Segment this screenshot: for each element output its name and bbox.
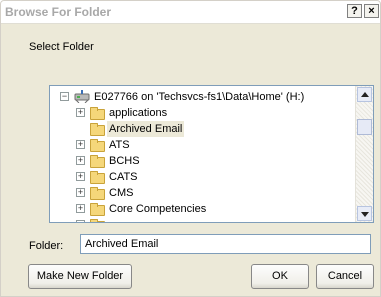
folder-icon <box>90 139 105 152</box>
tree-item-label: ATS <box>109 139 130 151</box>
expand-toggle[interactable]: + <box>76 108 85 117</box>
expand-toggle[interactable]: + <box>76 172 85 181</box>
arrow-down-icon <box>361 212 369 217</box>
tree-root-row[interactable]: − E027766 on 'Techsvcs-fs1\Data\Home' (H… <box>56 89 346 105</box>
expand-toggle[interactable]: + <box>76 156 85 165</box>
folder-field-label: Folder: <box>29 240 64 252</box>
make-new-folder-button[interactable]: Make New Folder <box>28 264 132 289</box>
expand-toggle[interactable]: + <box>76 140 85 149</box>
tree-item-label: Core Competencies <box>109 203 207 215</box>
arrow-up-icon <box>361 92 369 97</box>
browse-for-folder-dialog: Browse For Folder ? × Select Folder − E0… <box>0 0 381 297</box>
tree-item-cms[interactable]: + CMS <box>70 185 270 201</box>
folder-icon <box>90 187 105 200</box>
tree-item-label: Archived Email <box>107 121 185 137</box>
collapse-toggle[interactable]: − <box>60 92 69 101</box>
tree-item-cats[interactable]: + CATS <box>70 169 270 185</box>
cancel-button[interactable]: Cancel <box>316 264 374 289</box>
expand-toggle[interactable] <box>76 220 85 222</box>
scroll-down-button[interactable] <box>357 206 372 221</box>
tree-item-label: CATS <box>109 171 138 183</box>
close-button[interactable]: × <box>364 4 379 18</box>
help-icon: ? <box>351 5 358 17</box>
network-drive-icon <box>74 90 90 103</box>
folder-icon <box>90 155 105 168</box>
tree-item-applications[interactable]: + applications <box>70 105 270 121</box>
folder-name-input[interactable] <box>80 234 371 254</box>
folder-icon <box>90 203 105 216</box>
scroll-up-button[interactable] <box>357 87 372 102</box>
folder-icon <box>90 107 105 120</box>
tree-item-partial[interactable] <box>70 217 270 222</box>
ok-button[interactable]: OK <box>251 264 309 289</box>
expand-toggle[interactable]: + <box>76 188 85 197</box>
tree-item-label: BCHS <box>109 155 140 167</box>
folder-icon <box>90 219 105 222</box>
tree-item-core-competencies[interactable]: + Core Competencies <box>70 201 290 217</box>
select-folder-prompt: Select Folder <box>29 41 94 53</box>
title-bar[interactable]: Browse For Folder ? × <box>1 1 380 24</box>
scrollbar-thumb[interactable] <box>357 119 372 135</box>
window-title: Browse For Folder <box>5 5 112 19</box>
tree-item-bchs[interactable]: + BCHS <box>70 153 270 169</box>
tree-item-label: applications <box>109 107 168 119</box>
close-icon: × <box>368 5 375 17</box>
tree-item-label: CMS <box>109 187 134 199</box>
tree-item-ats[interactable]: + ATS <box>70 137 270 153</box>
help-button[interactable]: ? <box>347 4 362 18</box>
tree-root-label: E027766 on 'Techsvcs-fs1\Data\Home' (H:) <box>94 91 305 103</box>
folder-icon <box>90 171 105 184</box>
tree-item-archived-email[interactable]: Archived Email <box>70 121 270 137</box>
expand-toggle[interactable]: + <box>76 204 85 213</box>
folder-tree[interactable]: − E027766 on 'Techsvcs-fs1\Data\Home' (H… <box>49 85 374 223</box>
folder-icon <box>90 123 105 136</box>
tree-scrollbar[interactable] <box>355 86 373 222</box>
